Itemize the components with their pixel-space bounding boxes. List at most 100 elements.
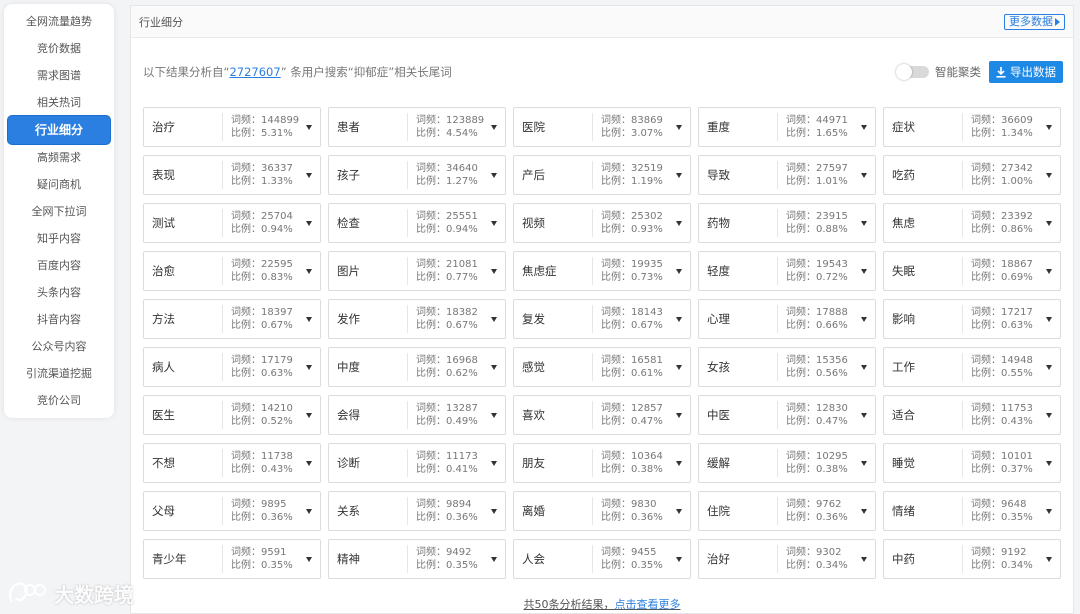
word-card[interactable]: 影响 词频：17217 比例：0.63% [883,299,1061,339]
caret-down-icon[interactable] [1046,220,1052,226]
caret-down-icon[interactable] [306,124,312,130]
caret-down-icon[interactable] [306,508,312,514]
word-card[interactable]: 朋友 词频：10364 比例：0.38% [513,443,691,483]
caret-down-icon[interactable] [861,172,867,178]
sidebar-item[interactable]: 全网下拉词 [8,198,110,225]
caret-down-icon[interactable] [676,172,682,178]
caret-down-icon[interactable] [491,220,497,226]
caret-down-icon[interactable] [306,412,312,418]
word-card[interactable]: 导致 词频：27597 比例：1.01% [698,155,876,195]
word-card[interactable]: 图片 词频：21081 比例：0.77% [328,251,506,291]
caret-down-icon[interactable] [861,316,867,322]
word-card[interactable]: 失眠 词频：18867 比例：0.69% [883,251,1061,291]
caret-down-icon[interactable] [306,268,312,274]
caret-down-icon[interactable] [1046,364,1052,370]
word-card[interactable]: 发作 词频：18382 比例：0.67% [328,299,506,339]
word-card[interactable]: 吃药 词频：27342 比例：1.00% [883,155,1061,195]
sidebar-item[interactable]: 竞价公司 [8,387,110,414]
caret-down-icon[interactable] [1046,316,1052,322]
word-card[interactable]: 重度 词频：44971 比例：1.65% [698,107,876,147]
caret-down-icon[interactable] [1046,460,1052,466]
word-card[interactable]: 医生 词频：14210 比例：0.52% [143,395,321,435]
sidebar-item[interactable]: 疑问商机 [8,171,110,198]
word-card[interactable]: 女孩 词频：15356 比例：0.56% [698,347,876,387]
caret-down-icon[interactable] [491,460,497,466]
caret-down-icon[interactable] [861,268,867,274]
word-card[interactable]: 药物 词频：23915 比例：0.88% [698,203,876,243]
caret-down-icon[interactable] [861,364,867,370]
caret-down-icon[interactable] [861,124,867,130]
sidebar-item[interactable]: 引流渠道挖掘 [8,360,110,387]
caret-down-icon[interactable] [861,556,867,562]
view-more-link[interactable]: 共50条分析结果，点击查看更多 [131,596,1073,612]
word-card[interactable]: 中度 词频：16968 比例：0.62% [328,347,506,387]
sidebar-item[interactable]: 知乎内容 [8,225,110,252]
sidebar-item[interactable]: 需求图谱 [8,62,110,89]
caret-down-icon[interactable] [1046,172,1052,178]
word-card[interactable]: 住院 词频：9762 比例：0.36% [698,491,876,531]
word-card[interactable]: 精神 词频：9492 比例：0.35% [328,539,506,579]
caret-down-icon[interactable] [306,316,312,322]
word-card[interactable]: 医院 词频：83869 比例：3.07% [513,107,691,147]
word-card[interactable]: 焦虑症 词频：19935 比例：0.73% [513,251,691,291]
caret-down-icon[interactable] [306,220,312,226]
word-card[interactable]: 不想 词频：11738 比例：0.43% [143,443,321,483]
sidebar-item[interactable]: 百度内容 [8,252,110,279]
word-card[interactable]: 轻度 词频：19543 比例：0.72% [698,251,876,291]
caret-down-icon[interactable] [306,556,312,562]
word-card[interactable]: 表现 词频：36337 比例：1.33% [143,155,321,195]
caret-down-icon[interactable] [491,412,497,418]
caret-down-icon[interactable] [491,172,497,178]
caret-down-icon[interactable] [676,220,682,226]
caret-down-icon[interactable] [491,556,497,562]
caret-down-icon[interactable] [676,508,682,514]
word-card[interactable]: 睡觉 词频：10101 比例：0.37% [883,443,1061,483]
sidebar-item[interactable]: 竞价数据 [8,35,110,62]
caret-down-icon[interactable] [491,124,497,130]
word-card[interactable]: 工作 词频：14948 比例：0.55% [883,347,1061,387]
word-card[interactable]: 离婚 词频：9830 比例：0.36% [513,491,691,531]
word-card[interactable]: 视频 词频：25302 比例：0.93% [513,203,691,243]
caret-down-icon[interactable] [676,124,682,130]
sidebar-item[interactable]: 公众号内容 [8,333,110,360]
caret-down-icon[interactable] [1046,412,1052,418]
caret-down-icon[interactable] [1046,508,1052,514]
caret-down-icon[interactable] [676,412,682,418]
word-card[interactable]: 喜欢 词频：12857 比例：0.47% [513,395,691,435]
sidebar-item[interactable]: 头条内容 [8,279,110,306]
summary-count-link[interactable]: 2727607 [229,65,280,79]
caret-down-icon[interactable] [306,172,312,178]
word-card[interactable]: 复发 词频：18143 比例：0.67% [513,299,691,339]
caret-down-icon[interactable] [1046,124,1052,130]
word-card[interactable]: 孩子 词频：34640 比例：1.27% [328,155,506,195]
word-card[interactable]: 病人 词频：17179 比例：0.63% [143,347,321,387]
word-card[interactable]: 方法 词频：18397 比例：0.67% [143,299,321,339]
sidebar-item[interactable]: 全网流量趋势 [8,8,110,35]
sidebar-item[interactable]: 高频需求 [8,144,110,171]
caret-down-icon[interactable] [491,316,497,322]
word-card[interactable]: 会得 词频：13287 比例：0.49% [328,395,506,435]
word-card[interactable]: 诊断 词频：11173 比例：0.41% [328,443,506,483]
caret-down-icon[interactable] [306,460,312,466]
sidebar-item[interactable]: 行业细分 [8,116,110,144]
word-card[interactable]: 治好 词频：9302 比例：0.34% [698,539,876,579]
caret-down-icon[interactable] [676,316,682,322]
word-card[interactable]: 中药 词频：9192 比例：0.34% [883,539,1061,579]
caret-down-icon[interactable] [676,556,682,562]
caret-down-icon[interactable] [491,364,497,370]
caret-down-icon[interactable] [1046,556,1052,562]
word-card[interactable]: 青少年 词频：9591 比例：0.35% [143,539,321,579]
more-data-button[interactable]: 更多数据 [1004,13,1065,30]
caret-down-icon[interactable] [676,460,682,466]
word-card[interactable]: 患者 词频：123889 比例：4.54% [328,107,506,147]
sidebar-item[interactable]: 相关热词 [8,89,110,116]
caret-down-icon[interactable] [861,220,867,226]
word-card[interactable]: 治愈 词频：22595 比例：0.83% [143,251,321,291]
word-card[interactable]: 缓解 词频：10295 比例：0.38% [698,443,876,483]
caret-down-icon[interactable] [676,268,682,274]
word-card[interactable]: 治疗 词频：144899 比例：5.31% [143,107,321,147]
caret-down-icon[interactable] [491,268,497,274]
caret-down-icon[interactable] [861,412,867,418]
word-card[interactable]: 产后 词频：32519 比例：1.19% [513,155,691,195]
word-card[interactable]: 检查 词频：25551 比例：0.94% [328,203,506,243]
